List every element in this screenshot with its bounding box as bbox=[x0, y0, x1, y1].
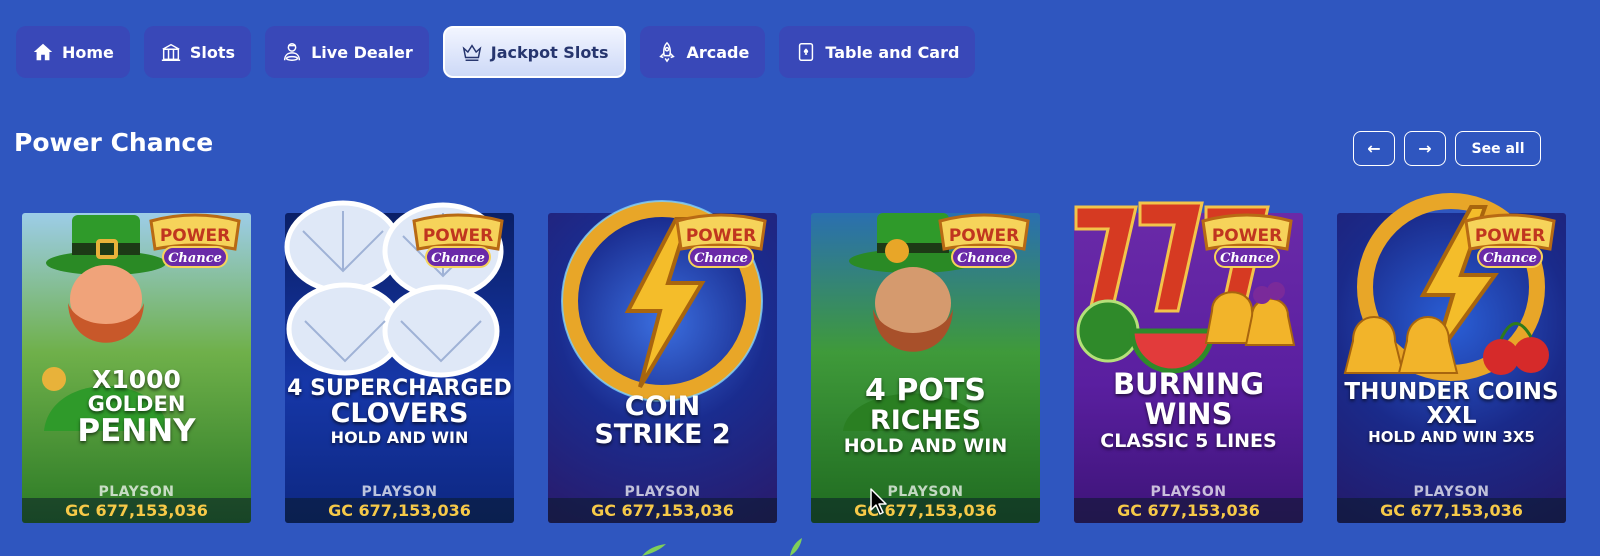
slot-machine-icon bbox=[161, 43, 181, 61]
games-carousel: PLAYSON GC 677,153,036 X1000 GOLDEN PENN… bbox=[22, 193, 1566, 523]
svg-text:Chance: Chance bbox=[168, 251, 222, 266]
carousel-nav: ← → See all bbox=[1353, 131, 1541, 166]
category-tabs: Home Slots Live Dealer Jackpot Slots Arc… bbox=[16, 26, 976, 78]
rocket-icon bbox=[659, 41, 676, 63]
svg-text:Chance: Chance bbox=[1483, 251, 1537, 266]
jackpot-amount: GC 677,153,036 bbox=[285, 498, 514, 523]
game-title: X1000 GOLDEN PENNY bbox=[77, 365, 196, 450]
svg-text:POWER: POWER bbox=[160, 226, 230, 246]
jackpot-amount: GC 677,153,036 bbox=[1074, 498, 1303, 523]
tab-label: Jackpot Slots bbox=[490, 42, 609, 62]
game-card-4-pots-riches[interactable]: PLAYSON GC 677,153,036 4 POTS RICHES HOL… bbox=[811, 197, 1040, 523]
svg-text:POWER: POWER bbox=[423, 226, 493, 246]
svg-text:POWER: POWER bbox=[949, 226, 1019, 246]
tab-slots[interactable]: Slots bbox=[143, 26, 252, 78]
crown-icon bbox=[462, 44, 482, 61]
jackpot-amount: GC 677,153,036 bbox=[811, 498, 1040, 523]
svg-text:Chance: Chance bbox=[957, 251, 1011, 266]
tab-label: Live Dealer bbox=[311, 42, 413, 62]
tab-label: Home bbox=[62, 42, 114, 62]
home-icon bbox=[33, 43, 53, 61]
power-chance-badge: POWER Chance bbox=[938, 213, 1030, 268]
section-title: Power Chance bbox=[14, 128, 214, 157]
jackpot-amount: GC 677,153,036 bbox=[22, 498, 251, 523]
game-title: BURNING WINS CLASSIC 5 LINES bbox=[1100, 367, 1277, 452]
power-chance-badge: POWER Chance bbox=[675, 213, 767, 268]
svg-text:Chance: Chance bbox=[431, 251, 485, 266]
dealer-icon bbox=[284, 43, 301, 61]
game-card-supercharged-clovers[interactable]: PLAYSON GC 677,153,036 4 SUPERCHARGED CL… bbox=[284, 197, 514, 523]
svg-text:POWER: POWER bbox=[1475, 226, 1545, 246]
tab-jackpot-slots[interactable]: Jackpot Slots bbox=[442, 26, 627, 78]
svg-text:Chance: Chance bbox=[1220, 251, 1274, 266]
game-title: 4 POTS RICHES HOLD AND WIN bbox=[843, 373, 1008, 457]
mouse-cursor-icon bbox=[870, 488, 887, 515]
leaf-decoration-icon bbox=[642, 544, 666, 556]
leaf-decoration-icon bbox=[790, 538, 802, 556]
game-card-thunder-coins-xxl[interactable]: PLAYSON GC 677,153,036 THUNDER COINS XXL… bbox=[1337, 193, 1566, 523]
power-chance-badge: POWER Chance bbox=[1201, 213, 1293, 268]
card-icon bbox=[799, 43, 814, 61]
tab-live-dealer[interactable]: Live Dealer bbox=[265, 26, 429, 78]
svg-text:Chance: Chance bbox=[694, 251, 748, 266]
next-button[interactable]: → bbox=[1404, 131, 1446, 166]
see-all-button[interactable]: See all bbox=[1455, 131, 1541, 166]
tab-table-and-card[interactable]: Table and Card bbox=[779, 26, 976, 78]
tab-label: Table and Card bbox=[825, 42, 960, 62]
jackpot-amount: GC 677,153,036 bbox=[1337, 498, 1566, 523]
tab-home[interactable]: Home bbox=[16, 26, 130, 78]
game-card-coin-strike-2[interactable]: PLAYSON GC 677,153,036 COIN STRIKE 2 POW… bbox=[548, 197, 777, 523]
tab-arcade[interactable]: Arcade bbox=[640, 26, 766, 78]
game-card-golden-penny[interactable]: PLAYSON GC 677,153,036 X1000 GOLDEN PENN… bbox=[22, 197, 251, 523]
game-title: THUNDER COINS XXL HOLD AND WIN 3X5 bbox=[1344, 379, 1559, 447]
tab-label: Arcade bbox=[686, 42, 750, 62]
prev-button[interactable]: ← bbox=[1353, 131, 1395, 166]
power-chance-badge: POWER Chance bbox=[1464, 213, 1556, 268]
game-card-burning-wins[interactable]: PLAYSON GC 677,153,036 BURNING WINS CLAS… bbox=[1074, 197, 1303, 523]
game-title: 4 SUPERCHARGED CLOVERS HOLD AND WIN bbox=[287, 376, 512, 448]
power-chance-badge: POWER Chance bbox=[149, 213, 241, 268]
tab-label: Slots bbox=[189, 42, 236, 62]
svg-text:POWER: POWER bbox=[686, 226, 756, 246]
game-title: COIN STRIKE 2 bbox=[594, 391, 731, 451]
svg-text:POWER: POWER bbox=[1212, 226, 1282, 246]
power-chance-badge: POWER Chance bbox=[412, 213, 504, 268]
jackpot-amount: GC 677,153,036 bbox=[548, 498, 777, 523]
